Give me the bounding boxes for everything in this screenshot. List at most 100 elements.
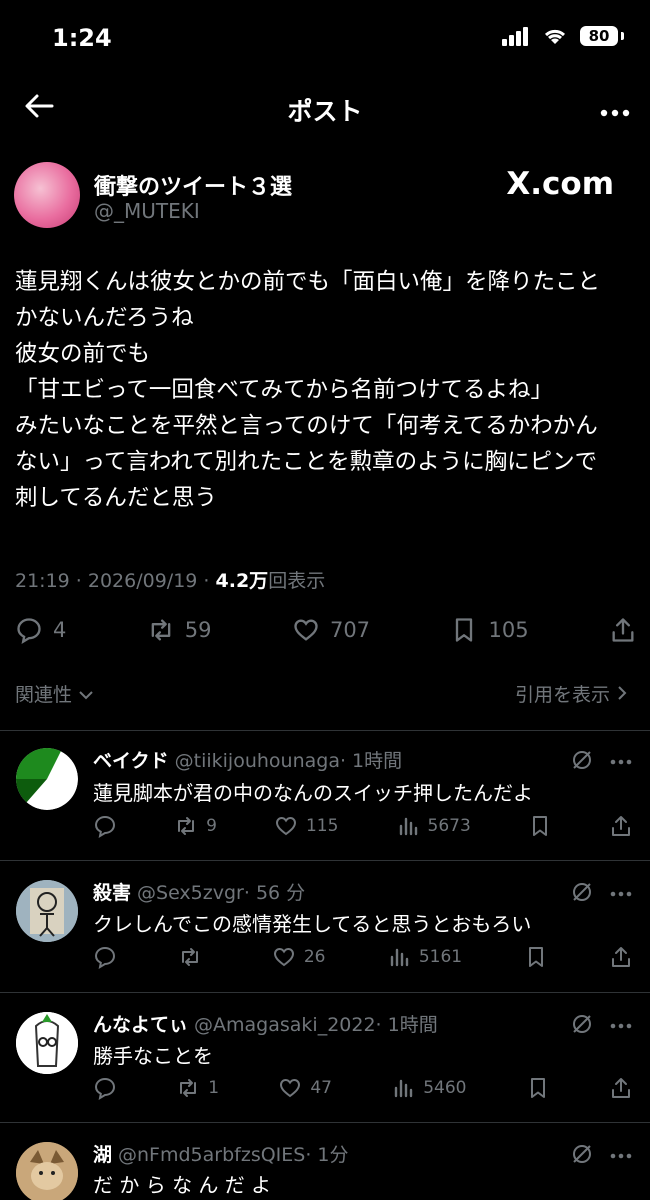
battery-level: 80 <box>580 26 618 46</box>
reply-author-handle[interactable]: @Amagasaki_2022 <box>194 1014 376 1036</box>
reply-item[interactable]: ベイクド @tiikijouhounaga· 1時間 蓮見脚本が君の中のなんのスイ… <box>0 730 650 860</box>
more-options-button[interactable] <box>600 92 630 125</box>
reply-views-button[interactable]: 5161 <box>387 945 462 969</box>
reply-author-name[interactable]: んなよてぃ <box>93 1014 188 1036</box>
like-button[interactable]: 707 <box>292 616 370 644</box>
bookmark-button[interactable]: 105 <box>450 616 529 644</box>
chevron-down-icon <box>79 691 93 700</box>
bar-chart-icon <box>399 817 417 836</box>
reply-repost-count: 9 <box>206 816 217 836</box>
ellipsis-icon <box>610 1153 632 1159</box>
comment-icon <box>17 618 41 644</box>
reply-header: んなよてぃ @Amagasaki_2022· 1時間 <box>93 1010 438 1037</box>
grok-icon <box>573 1145 591 1163</box>
reply-share-button[interactable] <box>609 945 633 969</box>
heart-icon <box>294 619 318 641</box>
reply-like-count: 26 <box>303 947 326 967</box>
reply-share-button[interactable] <box>609 1076 633 1100</box>
reply-author-handle[interactable]: @Sex5zvgr <box>137 882 244 904</box>
grok-button[interactable] <box>570 1142 594 1170</box>
view-count: 4.2万 <box>215 570 269 592</box>
reply-bookmark-button[interactable] <box>524 945 548 969</box>
post-actions: 4 59 707 105 <box>15 612 637 648</box>
battery-indicator: 80 <box>580 26 624 46</box>
reply-time: · 1時間 <box>339 750 403 772</box>
reply-item[interactable]: んなよてぃ @Amagasaki_2022· 1時間 勝手なことを 1 47 54… <box>0 992 650 1122</box>
reply-more-button[interactable] <box>610 878 632 902</box>
grok-icon <box>573 883 591 901</box>
reply-comment-button[interactable] <box>93 945 117 969</box>
like-count: 707 <box>329 618 371 642</box>
signal-icon <box>502 27 528 46</box>
view-quotes-link[interactable]: 引用を表示 <box>515 680 628 707</box>
reply-avatar[interactable] <box>16 748 78 810</box>
reply-like-button[interactable]: 47 <box>278 1076 332 1100</box>
author-name[interactable]: 衝撃のツイート３選 <box>94 169 292 201</box>
reply-comment-button[interactable] <box>93 814 117 838</box>
reply-repost-count: 1 <box>208 1078 220 1098</box>
grok-button[interactable] <box>570 748 594 776</box>
reply-comment-button[interactable] <box>93 1076 117 1100</box>
avatar-graphic <box>16 1012 78 1074</box>
reply-bookmark-button[interactable] <box>526 1076 550 1100</box>
reply-time: · 1時間 <box>375 1014 438 1036</box>
reply-like-count: 47 <box>310 1078 332 1098</box>
reply-author-handle[interactable]: @nFmd5arbfzsQIES <box>118 1144 305 1166</box>
repost-icon <box>180 1079 197 1097</box>
grok-icon <box>573 751 591 769</box>
reply-button[interactable]: 4 <box>15 616 66 644</box>
repost-icon <box>178 817 195 835</box>
reply-share-button[interactable] <box>609 814 633 838</box>
reply-repost-button[interactable] <box>178 945 210 969</box>
reply-author-name[interactable]: 湖 <box>93 1144 112 1166</box>
avatar-graphic <box>16 880 78 942</box>
reply-like-button[interactable]: 26 <box>272 945 326 969</box>
reply-bookmark-button[interactable] <box>528 814 552 838</box>
author-avatar[interactable] <box>14 162 80 228</box>
x-com-watermark: X.com <box>506 166 614 202</box>
reply-views-button[interactable]: 5673 <box>396 814 471 838</box>
grok-button[interactable] <box>570 880 594 908</box>
battery-tip <box>621 32 624 40</box>
author-handle[interactable]: @_MUTEKI <box>94 199 200 223</box>
bar-chart-icon <box>390 948 409 967</box>
chevron-right-icon <box>618 686 627 700</box>
reply-views-button[interactable]: 5460 <box>391 1076 466 1100</box>
reply-author-name[interactable]: ベイクド <box>93 750 169 772</box>
reply-text: クレしんでこの感情発生してると思うとおもろい <box>93 912 532 936</box>
reply-repost-button[interactable]: 9 <box>174 814 217 838</box>
reply-header: 殺害 @Sex5zvgr· 56 分 <box>93 878 305 905</box>
reply-author-handle[interactable]: @tiikijouhounaga <box>175 750 340 772</box>
reply-more-button[interactable] <box>610 1010 632 1034</box>
heart-icon <box>273 947 294 967</box>
reply-actions: 26 5161 <box>93 945 633 969</box>
relevance-label: 関連性 <box>15 684 73 706</box>
reply-header: 湖 @nFmd5arbfzsQIES· 1分 <box>93 1140 349 1167</box>
post-text: 蓮見翔くんは彼女とかの前でも「面白い俺」を降りたこと かないんだろうね 彼女の前… <box>15 269 601 511</box>
reply-avatar[interactable] <box>16 1012 78 1074</box>
reply-more-button[interactable] <box>610 746 632 770</box>
ellipsis-icon <box>610 891 632 897</box>
reply-author-name[interactable]: 殺害 <box>93 882 131 904</box>
status-icons: 80 <box>502 26 624 46</box>
wifi-icon <box>544 29 566 44</box>
reply-actions: 9 115 5673 <box>93 814 633 838</box>
repost-button[interactable]: 59 <box>147 616 212 644</box>
sort-relevance-dropdown[interactable]: 関連性 <box>15 680 94 707</box>
reply-item[interactable]: 湖 @nFmd5arbfzsQIES· 1分 だ か ら な ん だ よ <box>0 1122 650 1200</box>
reply-view-count: 5460 <box>423 1078 467 1098</box>
reply-avatar[interactable] <box>16 1142 78 1200</box>
reply-repost-button[interactable]: 1 <box>176 1076 219 1100</box>
reply-text: 勝手なことを <box>93 1044 213 1068</box>
view-label: 回表示 <box>268 570 326 592</box>
reply-avatar[interactable] <box>16 880 78 942</box>
share-button[interactable] <box>609 616 637 644</box>
reply-like-button[interactable]: 115 <box>274 814 338 838</box>
heart-icon <box>280 1078 301 1098</box>
reply-item[interactable]: 殺害 @Sex5zvgr· 56 分 クレしんでこの感情発生してると思うとおもろい… <box>0 860 650 992</box>
bookmark-icon <box>530 1078 545 1098</box>
grok-button[interactable] <box>570 1012 594 1040</box>
comment-icon <box>94 1077 116 1100</box>
reply-more-button[interactable] <box>610 1140 632 1164</box>
comment-icon <box>94 946 116 969</box>
